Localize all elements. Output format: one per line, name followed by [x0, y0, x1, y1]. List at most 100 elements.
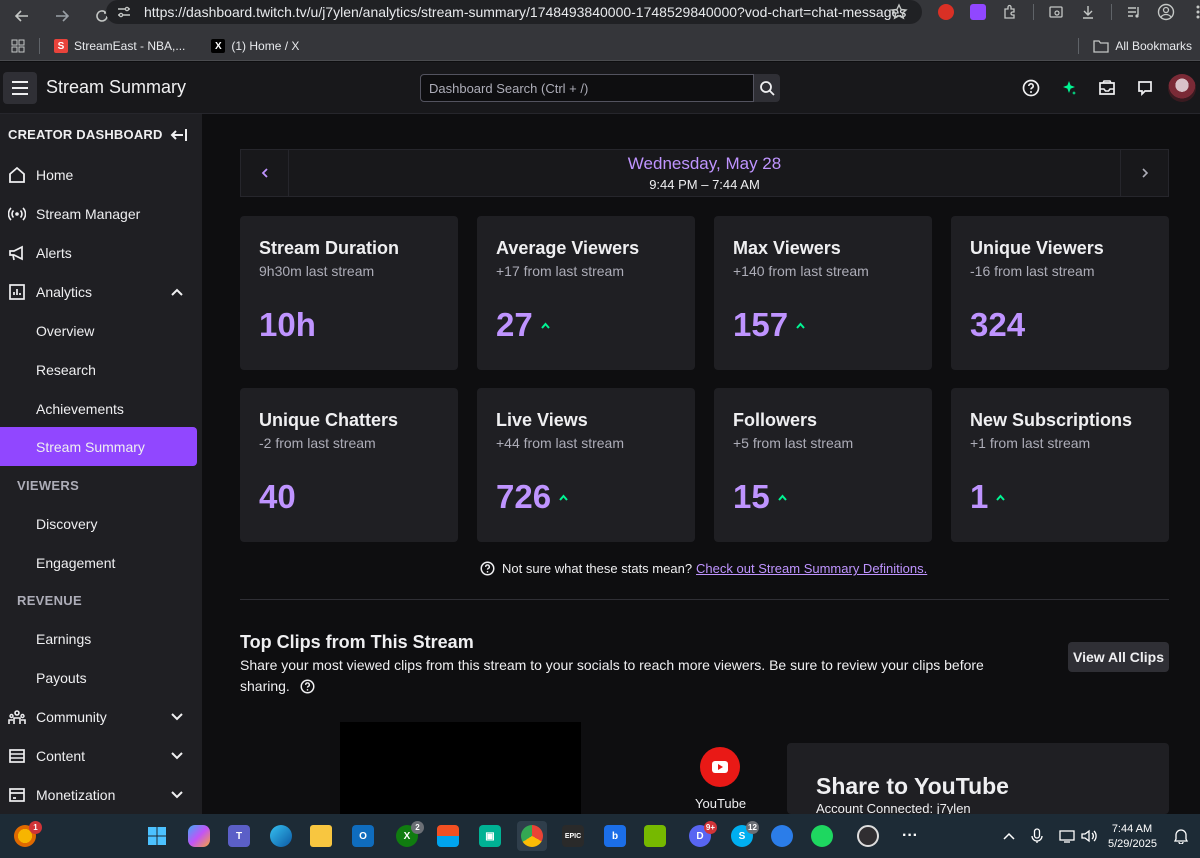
help-icon[interactable]: [300, 679, 315, 694]
next-stream-button[interactable]: [1120, 150, 1168, 196]
site-info-icon[interactable]: [116, 4, 132, 20]
bookmark-star-icon[interactable]: [890, 3, 908, 21]
sidebar-item-research[interactable]: Research: [0, 350, 197, 389]
youtube-label: YouTube: [695, 796, 747, 811]
clips-section-title: Top Clips from This Stream: [240, 632, 474, 652]
skype-badge: 12: [746, 821, 759, 834]
stat-value: 324: [970, 306, 1026, 343]
definitions-link[interactable]: Check out Stream Summary Definitions.: [696, 561, 927, 576]
clips-description-text: Share your most viewed clips from this s…: [240, 657, 984, 694]
address-bar[interactable]: https://dashboard.twitch.tv/u/j7ylen/ana…: [106, 0, 922, 24]
dashboard-search-input[interactable]: Dashboard Search (Ctrl + /): [420, 74, 754, 102]
menu-icon[interactable]: [3, 72, 37, 104]
broadcast-icon: [8, 205, 26, 223]
whispers-icon[interactable]: [1135, 78, 1155, 98]
help-icon[interactable]: [1021, 78, 1041, 98]
adblock-extension-icon[interactable]: [930, 0, 962, 24]
sidebar-item-analytics[interactable]: Analytics: [0, 272, 197, 311]
forward-icon[interactable]: [52, 6, 72, 26]
weather-widget[interactable]: 1: [10, 821, 42, 851]
sidebar-item-label: Stream Manager: [36, 205, 141, 222]
epic-games-icon[interactable]: EPIC: [558, 821, 588, 851]
stat-value-row: 40: [259, 478, 296, 516]
sidebar-item-content[interactable]: Content: [0, 736, 197, 775]
trend-up-icon: [540, 321, 550, 329]
app-icon[interactable]: [767, 821, 797, 851]
home-icon: [8, 166, 26, 184]
bookmark-streameast[interactable]: S StreamEast - NBA,...: [54, 39, 185, 53]
reading-list-icon[interactable]: [1118, 0, 1150, 24]
skype-icon[interactable]: S 12: [727, 821, 759, 851]
teams-icon[interactable]: T: [224, 821, 254, 851]
trend-up-icon: [559, 493, 568, 501]
file-explorer-icon[interactable]: [306, 821, 336, 851]
chevron-up-icon[interactable]: [994, 821, 1024, 851]
system-clock[interactable]: 7:44 AM 5/29/2025: [1108, 822, 1157, 852]
stat-card-live-views: Live Views +44 from last stream 726: [477, 388, 695, 542]
outlook-icon[interactable]: O: [348, 821, 378, 851]
inbox-icon[interactable]: [1097, 78, 1117, 98]
sidebar-item-community[interactable]: Community: [0, 697, 197, 736]
profile-icon[interactable]: [1150, 0, 1182, 24]
copilot-icon[interactable]: [184, 821, 214, 851]
spotify-icon[interactable]: [807, 821, 837, 851]
analytics-icon: [8, 283, 26, 301]
sidebar-item-stream-manager[interactable]: Stream Manager: [0, 194, 197, 233]
avatar[interactable]: [1168, 74, 1196, 102]
extensions-puzzle-icon[interactable]: [994, 0, 1026, 24]
notifications-bell-icon[interactable]: [1166, 821, 1196, 851]
app-icon[interactable]: ▣: [475, 821, 505, 851]
search-button[interactable]: [754, 74, 780, 102]
chrome-icon[interactable]: [517, 821, 547, 851]
tab-search-icon[interactable]: [1040, 0, 1072, 24]
view-all-clips-button[interactable]: View All Clips: [1068, 642, 1169, 672]
sidebar-item-payouts[interactable]: Payouts: [0, 658, 197, 697]
stat-card-unique-viewers: Unique Viewers -16 from last stream 324: [951, 216, 1169, 370]
stream-date: Wednesday, May 28: [627, 154, 782, 173]
nvidia-icon[interactable]: [640, 821, 670, 851]
sidebar-item-label: Community: [36, 708, 107, 725]
start-button[interactable]: [142, 821, 172, 851]
sidebar-item-label: Home: [36, 166, 74, 183]
sidebar-item-monetization[interactable]: Monetization: [0, 775, 197, 814]
twitch-extension-icon[interactable]: [962, 0, 994, 24]
stats-help: Not sure what these stats mean? Check ou…: [480, 561, 927, 576]
clip-thumbnail[interactable]: [340, 722, 581, 814]
bing-icon[interactable]: b: [600, 821, 630, 851]
youtube-share-button[interactable]: [700, 747, 740, 787]
search-icon: [760, 81, 775, 96]
all-bookmarks[interactable]: All Bookmarks: [1078, 38, 1192, 54]
dashboard-top-nav: Stream Summary Dashboard Search (Ctrl + …: [0, 62, 1200, 114]
edge-icon[interactable]: [266, 821, 296, 851]
sidebar-item-alerts[interactable]: Alerts: [0, 233, 197, 272]
microsoft-store-icon[interactable]: [433, 821, 463, 851]
sidebar-item-discovery[interactable]: Discovery: [0, 504, 197, 543]
apps-grid-icon[interactable]: [11, 39, 25, 53]
collapse-sidebar-icon[interactable]: [170, 127, 188, 143]
sparkle-icon[interactable]: [1059, 78, 1079, 98]
bookmark-label: StreamEast - NBA,...: [74, 39, 186, 53]
sidebar-item-home[interactable]: Home: [0, 155, 197, 194]
section-divider: [240, 599, 1169, 600]
browser-toolbar: https://dashboard.twitch.tv/u/j7ylen/ana…: [0, 0, 1200, 32]
sidebar-item-overview[interactable]: Overview: [0, 311, 197, 350]
stat-value-row: 1: [970, 478, 1006, 516]
bookmark-x-home[interactable]: X (1) Home / X: [211, 39, 299, 53]
more-icon[interactable]: ···: [895, 821, 925, 851]
microphone-icon[interactable]: [1022, 821, 1052, 851]
discord-icon[interactable]: D 9+: [685, 821, 717, 851]
xbox-icon[interactable]: X 2: [392, 821, 424, 851]
obs-icon[interactable]: [853, 821, 883, 851]
volume-icon[interactable]: [1074, 821, 1104, 851]
download-icon[interactable]: [1072, 0, 1104, 24]
sidebar-item-engagement[interactable]: Engagement: [0, 543, 197, 582]
community-icon: [8, 708, 26, 726]
sidebar-item-earnings[interactable]: Earnings: [0, 619, 197, 658]
back-icon[interactable]: [12, 6, 32, 26]
sidebar-item-stream-summary[interactable]: Stream Summary: [0, 427, 197, 466]
stat-value-row: 15: [733, 478, 787, 516]
browser-menu-icon[interactable]: [1182, 0, 1200, 24]
url-text: https://dashboard.twitch.tv/u/j7ylen/ana…: [144, 4, 907, 20]
sidebar-item-achievements[interactable]: Achievements: [0, 389, 197, 428]
stat-title: Average Viewers: [496, 238, 640, 258]
